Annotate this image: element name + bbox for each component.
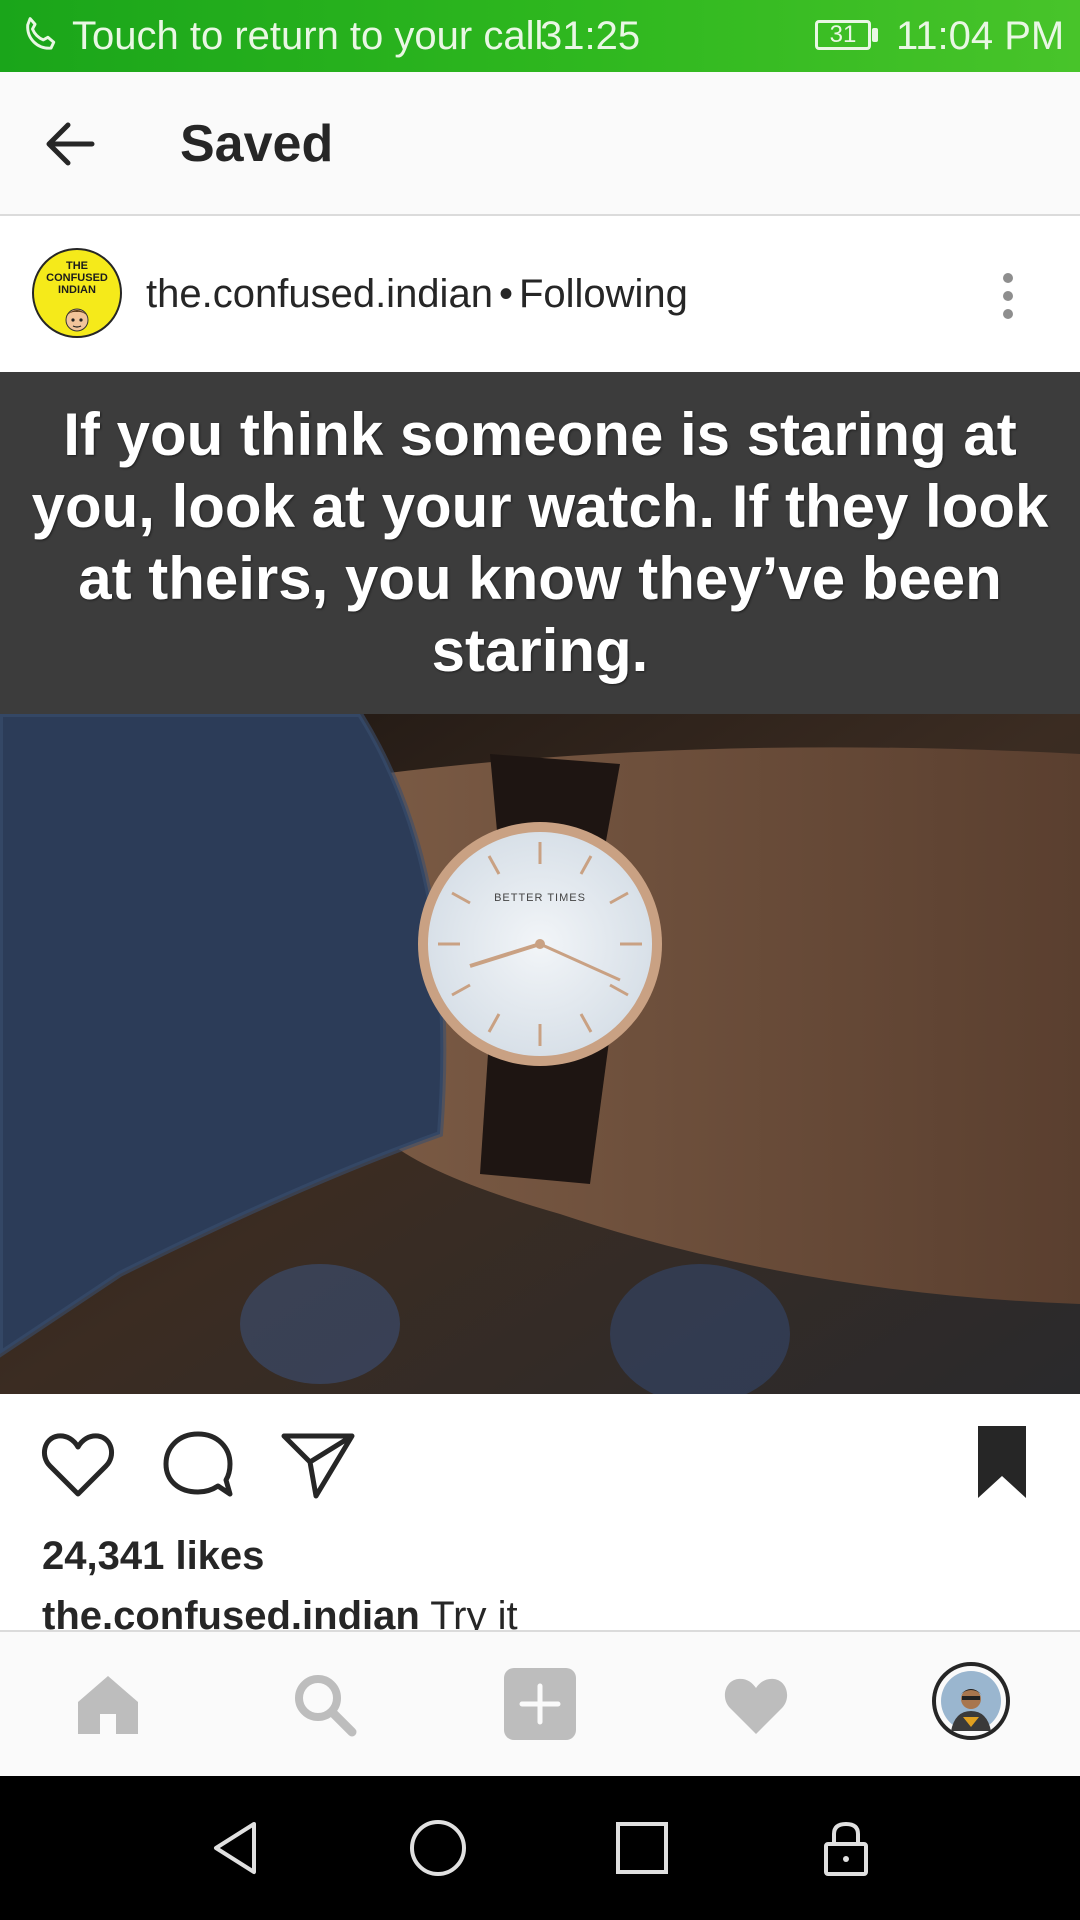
- profile-avatar[interactable]: [932, 1662, 1010, 1740]
- image-caption-text: If you think someone is staring at you, …: [31, 401, 1049, 684]
- home-circle-icon[interactable]: [406, 1816, 470, 1880]
- watch-brand-text: BETTER TIMES: [494, 892, 586, 904]
- post-username[interactable]: the.confused.indian: [146, 272, 493, 316]
- page-title: Saved: [180, 115, 334, 173]
- profile-photo-icon: [941, 1671, 1001, 1731]
- avatar-face-icon: [65, 308, 89, 332]
- phone-icon: [26, 17, 56, 50]
- post-caption: the.confused.indian Try it: [42, 1592, 518, 1630]
- post-image[interactable]: If you think someone is staring at you, …: [0, 372, 1080, 1394]
- post-actions: [0, 1394, 1080, 1534]
- image-caption-banner: If you think someone is staring at you, …: [0, 372, 1080, 714]
- system-nav-bar: [0, 1776, 1080, 1920]
- lock-icon[interactable]: [814, 1816, 878, 1880]
- watch-photo: BETTER TIMES: [0, 714, 1080, 1394]
- battery-icon: 31: [815, 20, 871, 50]
- bottom-nav: [0, 1630, 1080, 1776]
- arrow-left-icon[interactable]: [34, 108, 106, 180]
- bookmark-filled-icon[interactable]: [960, 1420, 1044, 1504]
- likes-count[interactable]: 24,341 likes: [42, 1532, 264, 1580]
- activity-heart-icon[interactable]: [720, 1668, 792, 1740]
- clock: 11:04 PM: [896, 14, 1065, 58]
- avatar-logo-text: THE CONFUSED INDIAN: [46, 260, 108, 296]
- caption-text: Try it: [430, 1594, 518, 1630]
- paper-plane-icon[interactable]: [276, 1422, 360, 1506]
- home-icon[interactable]: [72, 1668, 144, 1740]
- heart-outline-icon[interactable]: [36, 1422, 120, 1506]
- battery-level: 31: [829, 21, 857, 48]
- post-author-line: the.confused.indian • Following: [146, 270, 688, 318]
- follow-status[interactable]: Following: [519, 272, 688, 316]
- call-timer: 31:25: [540, 14, 641, 58]
- search-icon[interactable]: [288, 1668, 360, 1740]
- add-icon[interactable]: [504, 1668, 576, 1740]
- separator: •: [498, 272, 513, 316]
- avatar[interactable]: THE CONFUSED INDIAN: [32, 248, 122, 338]
- back-triangle-icon[interactable]: [204, 1816, 268, 1880]
- battery-tip: [872, 28, 878, 42]
- caption-username[interactable]: the.confused.indian: [42, 1594, 420, 1630]
- return-to-call-text[interactable]: Touch to return to your call: [72, 14, 543, 58]
- app-header: Saved: [0, 72, 1080, 216]
- post-header: THE CONFUSED INDIAN the.confused.indian •…: [0, 216, 1080, 372]
- status-bar[interactable]: Touch to return to your call 31:25 31 11…: [0, 0, 1080, 72]
- recents-square-icon[interactable]: [610, 1816, 674, 1880]
- more-options-icon[interactable]: [990, 268, 1026, 324]
- comment-icon[interactable]: [156, 1422, 240, 1506]
